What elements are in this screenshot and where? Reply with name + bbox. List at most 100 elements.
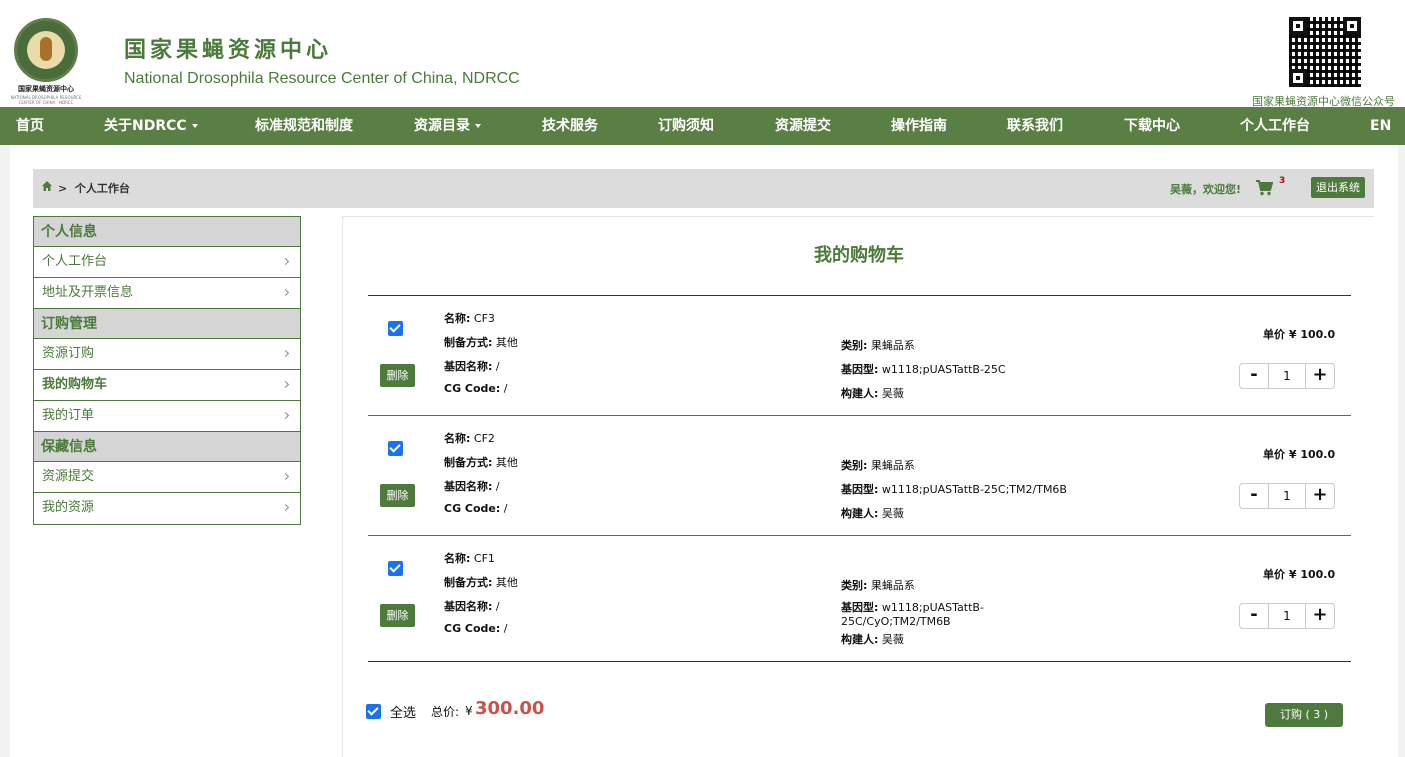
quantity-value[interactable]: 1: [1269, 604, 1305, 628]
chevron-right-icon: [281, 380, 290, 389]
field-value: /: [503, 382, 508, 395]
nav-item-standards[interactable]: 标准规范和制度: [255, 107, 353, 145]
main-nav: 首页 关于NDRCC 标准规范和制度 资源目录 技术服务 订购须知 资源提交 操…: [0, 107, 1405, 145]
field-value: 其他: [495, 456, 518, 469]
increment-button[interactable]: +: [1305, 604, 1334, 628]
field-label: 基因型:: [841, 601, 879, 614]
delete-button[interactable]: 删除: [380, 364, 415, 387]
item-name: 名称: CF1: [444, 550, 495, 566]
order-button[interactable]: 订购 ( 3 ): [1265, 703, 1343, 727]
nav-item-label: 技术服务: [542, 118, 598, 134]
quantity-stepper: - 1 +: [1239, 483, 1335, 509]
increment-button[interactable]: +: [1305, 484, 1334, 508]
sidebar-group-orders: 订购管理: [34, 309, 300, 339]
sidebar-item-resource-order[interactable]: 资源订购: [34, 339, 300, 370]
field-value: w1118;pUASTattB-25C;TM2/TM6B: [881, 483, 1067, 496]
nav-item-order-notice[interactable]: 订购须知: [658, 107, 714, 145]
field-value: CF2: [473, 432, 495, 445]
field-label: 制备方式:: [444, 576, 493, 589]
item-name: 名称: CF2: [444, 430, 495, 446]
sidebar-item-label: 资源提交: [42, 469, 95, 484]
site-title-en: National Drosophila Resource Center of C…: [124, 70, 520, 87]
nav-item-workspace[interactable]: 个人工作台: [1240, 107, 1310, 145]
field-label: 构建人:: [841, 633, 879, 646]
nav-item-tech-services[interactable]: 技术服务: [542, 107, 598, 145]
item-cg: CG Code: /: [444, 382, 508, 395]
fly-icon: [40, 37, 52, 61]
item-genotype: 基因型: w1118;pUASTattB-25C/CyO;TM2/TM6B: [841, 601, 991, 629]
field-value: /: [495, 480, 500, 493]
divider: [368, 295, 1351, 296]
field-label: 名称:: [444, 432, 471, 445]
home-icon[interactable]: [42, 181, 52, 191]
item-name: 名称: CF3: [444, 310, 495, 326]
field-value: /: [495, 360, 500, 373]
cart-count-badge: 3: [1279, 176, 1286, 186]
quantity-value[interactable]: 1: [1269, 364, 1305, 388]
field-label: 单价: [1263, 328, 1285, 341]
field-value: 果蝇品系: [870, 459, 915, 472]
decrement-button[interactable]: -: [1240, 484, 1269, 508]
nav-item-submit[interactable]: 资源提交: [775, 107, 831, 145]
increment-button[interactable]: +: [1305, 364, 1334, 388]
item-category: 类别: 果蝇品系: [841, 337, 915, 353]
select-all-checkbox[interactable]: [366, 704, 381, 719]
logout-button[interactable]: 退出系统: [1311, 177, 1365, 198]
item-genotype: 基因型: w1118;pUASTattB-25C;TM2/TM6B: [841, 481, 1067, 497]
quantity-value[interactable]: 1: [1269, 484, 1305, 508]
item-prep: 制备方式: 其他: [444, 574, 518, 590]
sidebar-item-my-orders[interactable]: 我的订单: [34, 401, 300, 432]
sidebar-item-resource-submit[interactable]: 资源提交: [34, 462, 300, 493]
chevron-right-icon: [281, 472, 290, 481]
field-value: 吴薇: [881, 633, 904, 646]
site-title-cn: 国家果蝇资源中心: [124, 38, 333, 63]
nav-item-label: 订购须知: [658, 118, 714, 134]
nav-item-catalog[interactable]: 资源目录: [414, 107, 481, 145]
delete-button[interactable]: 删除: [380, 604, 415, 627]
caret-down-icon: [191, 124, 198, 128]
item-checkbox[interactable]: [388, 441, 403, 456]
nav-item-about[interactable]: 关于NDRCC: [104, 107, 198, 145]
sidebar-item-workspace[interactable]: 个人工作台: [34, 247, 300, 278]
decrement-button[interactable]: -: [1240, 604, 1269, 628]
sidebar-item-address-invoice[interactable]: 地址及开票信息: [34, 278, 300, 309]
item-builder: 构建人: 吴薇: [841, 631, 904, 647]
nav-item-label: 资源提交: [775, 118, 831, 134]
delete-button[interactable]: 删除: [380, 484, 415, 507]
field-value: CF3: [473, 312, 495, 325]
item-builder: 构建人: 吴薇: [841, 505, 904, 521]
field-label: 名称:: [444, 552, 471, 565]
item-category: 类别: 果蝇品系: [841, 577, 915, 593]
ndrcc-logo[interactable]: [14, 18, 78, 82]
nav-item-label: 个人工作台: [1240, 118, 1310, 134]
shopping-cart-icon[interactable]: [1256, 180, 1273, 196]
item-unit-price: 单价 ¥ 100.0: [1263, 566, 1335, 582]
item-checkbox[interactable]: [388, 561, 403, 576]
nav-item-label: 标准规范和制度: [255, 118, 353, 134]
chevron-right-icon: [281, 257, 290, 266]
item-builder: 构建人: 吴薇: [841, 385, 904, 401]
field-value: CF1: [473, 552, 495, 565]
nav-item-guide[interactable]: 操作指南: [891, 107, 947, 145]
field-value: 吴薇: [881, 507, 904, 520]
field-value: ¥ 100.0: [1288, 568, 1336, 581]
qr-corner: [1289, 17, 1307, 35]
divider: [368, 661, 1351, 662]
nav-item-downloads[interactable]: 下载中心: [1124, 107, 1180, 145]
logo-fly-emblem: [27, 31, 65, 69]
nav-item-label: 联系我们: [1007, 118, 1063, 134]
field-label: 构建人:: [841, 387, 879, 400]
decrement-button[interactable]: -: [1240, 364, 1269, 388]
logo-caption: 国家果蝇资源中心: [18, 85, 74, 93]
item-prep: 制备方式: 其他: [444, 334, 518, 350]
sidebar-item-label: 个人工作台: [42, 254, 108, 269]
item-gene: 基因名称: /: [444, 478, 500, 494]
sidebar-item-my-cart[interactable]: 我的购物车: [34, 370, 300, 401]
nav-item-label: EN: [1370, 118, 1392, 134]
sidebar-item-my-resources[interactable]: 我的资源: [34, 493, 300, 524]
chevron-right-icon: [281, 288, 290, 297]
nav-item-contact[interactable]: 联系我们: [1007, 107, 1063, 145]
nav-item-home[interactable]: 首页: [16, 107, 44, 145]
nav-item-english[interactable]: EN: [1370, 107, 1391, 145]
item-checkbox[interactable]: [388, 321, 403, 336]
